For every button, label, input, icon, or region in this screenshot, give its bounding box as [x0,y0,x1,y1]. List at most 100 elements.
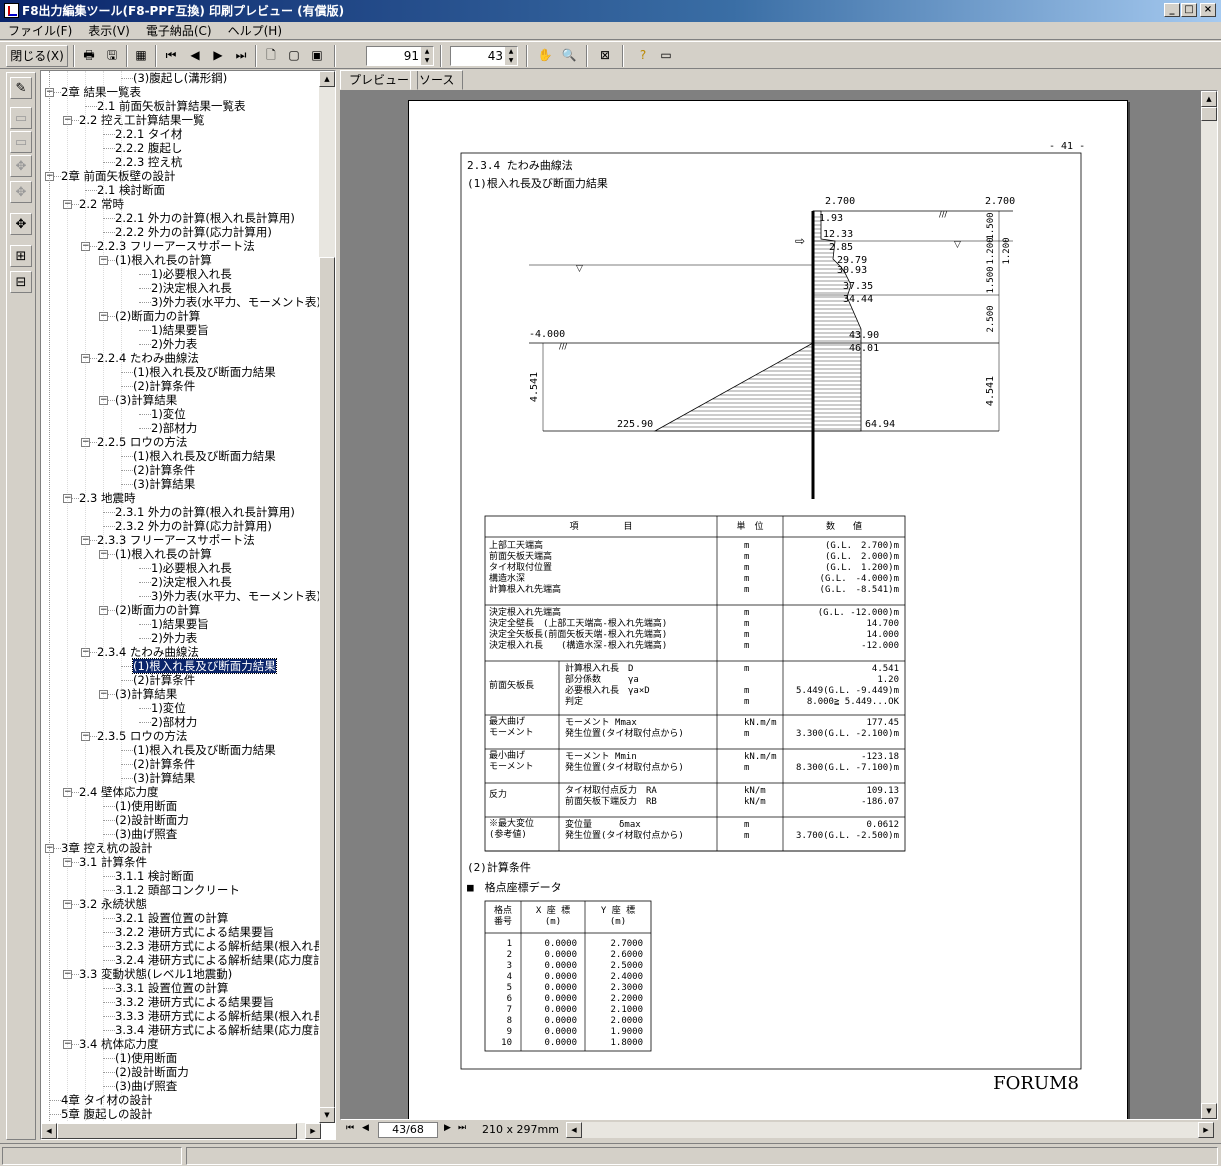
preview-scroll-up[interactable]: ▲ [1201,91,1217,107]
zoom-tool-icon[interactable]: 🔍 [558,45,580,67]
tree-vertical-scrollbar[interactable]: ▲ ▼ [319,71,335,1123]
tree-item[interactable]: 2.2 控え工計算結果一覧 [79,113,204,127]
nav-next-icon[interactable]: ▶ [444,1123,451,1133]
zoom-input[interactable]: 91 [366,46,434,66]
preview-scroll-right[interactable]: ▶ [1198,1122,1214,1138]
tree-item[interactable]: 2.1 前面矢板計算結果一覧表 [97,99,245,113]
tree-item[interactable]: 1)変位 [151,407,186,421]
tree-item[interactable]: 3.3.4 港研方式による解析結果(応力度計 [115,1023,319,1037]
tool-icon-3[interactable]: ✥ [10,155,32,177]
tree-item[interactable]: 2.1 検討断面 [97,183,165,197]
nav-prev-icon[interactable]: ◀ [362,1123,369,1133]
tree-item[interactable]: (1)根入れ長及び断面力結果 [133,365,276,379]
preview-horizontal-scrollbar[interactable]: ◀ ▶ [566,1122,1214,1138]
next-page-icon[interactable]: ▶ [207,45,229,67]
tree-item[interactable]: 3.1.1 検討断面 [115,869,194,883]
tree-item[interactable]: 2)決定根入れ長 [151,575,232,589]
page-input[interactable]: 43 [450,46,518,66]
whole-page-icon[interactable]: ▣ [306,45,328,67]
tree-item[interactable]: 1)結果要旨 [151,617,209,631]
tree-expand-icon[interactable]: ⊞ [10,245,32,267]
tree-item[interactable]: 2.3 地震時 [79,491,135,505]
tree-item[interactable]: 3.3 変動状態(レベル1地震動) [79,967,232,981]
tree-item[interactable]: 2.2.5 ロウの方法 [97,435,187,449]
edit-pencil-icon[interactable]: ✎ [10,77,32,99]
fit-icon[interactable]: ⊠ [594,45,616,67]
tree-item[interactable]: (1)根入れ長の計算 [115,547,212,561]
tree-hscroll-thumb[interactable] [57,1123,297,1139]
close-preview-button[interactable]: 閉じる(X) [6,45,68,67]
tree-collapse-icon[interactable]: ⊟ [10,271,32,293]
tree-item[interactable]: (2)計算条件 [133,757,195,771]
tree-item[interactable]: 2.2.3 控え杭 [115,155,182,169]
tab-source[interactable]: ソース [410,70,464,90]
tree-item[interactable]: 2章 前面矢板壁の設計 [61,169,175,183]
tree-item[interactable]: 2.3.5 ロウの方法 [97,729,187,743]
save-icon[interactable]: 🖫 [101,45,123,67]
tree-item-selected[interactable]: (1)根入れ長及び断面力結果 [132,658,277,674]
minimize-button[interactable]: _ [1164,3,1180,17]
tree-item[interactable]: 1)必要根入れ長 [151,561,232,575]
prev-page-icon[interactable]: ◀ [184,45,206,67]
tree-item[interactable]: (1)使用断面 [115,799,177,813]
menu-view[interactable]: 表示(V) [80,22,138,40]
tree-item[interactable]: 3)外力表(水平力、モーメント表) [151,589,319,603]
tree-item[interactable]: (3)計算結果 [133,771,195,785]
tree-item[interactable]: 2.3.1 外力の計算(根入れ長計算用) [115,505,295,519]
page-setup-icon[interactable]: ▦ [130,45,152,67]
tree-item[interactable]: 3章 控え杭の設計 [61,841,152,855]
maximize-button[interactable]: □ [1181,3,1197,17]
tree-item[interactable]: 2.3.2 外力の計算(応力計算用) [115,519,272,533]
preview-scroll-down[interactable]: ▼ [1201,1103,1217,1119]
preview-scroll-left[interactable]: ◀ [566,1122,582,1138]
tree-item[interactable]: 1)変位 [151,701,186,715]
scroll-left-button[interactable]: ◀ [41,1123,57,1139]
tree-item[interactable]: 3.2 永続状態 [79,897,147,911]
page-width-icon[interactable]: ▢ [283,45,305,67]
tree-item[interactable]: (3)計算結果 [115,393,177,407]
tree-item[interactable]: 2.2.1 タイ材 [115,127,182,141]
tree-item[interactable]: (2)設計断面力 [115,813,189,827]
tree-item[interactable]: (1)根入れ長及び断面力結果 [133,449,276,463]
tree-item[interactable]: 2.2.2 外力の計算(応力計算用) [115,225,272,239]
tree-item[interactable]: 2章 結果一覧表 [61,85,141,99]
menu-help[interactable]: ヘルプ(H) [220,22,290,40]
nav-first-icon[interactable]: ⏮ [346,1123,354,1133]
scroll-right-button[interactable]: ▶ [305,1123,321,1139]
tree-item[interactable]: 2)外力表 [151,631,197,645]
tree-item[interactable]: 3.2.1 設置位置の計算 [115,911,228,925]
tree-item[interactable]: 3.3.1 設置位置の計算 [115,981,228,995]
tree-item[interactable]: 3.1 計算条件 [79,855,147,869]
tree-item[interactable]: (3)計算結果 [133,477,195,491]
tree-item[interactable]: (1)根入れ長の計算 [115,253,212,267]
tool-icon-5[interactable]: ✥ [10,213,32,235]
scroll-down-button[interactable]: ▼ [319,1107,335,1123]
tree-item[interactable]: (3)曲げ照査 [115,1079,177,1093]
tree-item[interactable]: 2.4 壁体応力度 [79,785,158,799]
tree-item[interactable]: 5章 腹起しの設計 [61,1107,152,1121]
single-page-icon[interactable]: 🗋 [260,45,282,67]
tab-preview[interactable]: プレビュー [340,70,419,90]
info-icon[interactable]: ▭ [655,45,677,67]
tree-item[interactable]: 1)結果要旨 [151,323,209,337]
tree-item[interactable]: (2)断面力の計算 [115,603,200,617]
help-icon[interactable]: ? [632,45,654,67]
menu-electronic-delivery[interactable]: 電子納品(C) [138,22,220,40]
tree-item[interactable]: 3.2.2 港研方式による結果要旨 [115,925,274,939]
tree-item[interactable]: (1)使用断面 [115,1051,177,1065]
menu-file[interactable]: ファイル(F) [0,22,80,40]
tree-item[interactable]: (3)曲げ照査 [115,827,177,841]
tree-scroll-thumb[interactable] [319,257,335,1119]
tree-item[interactable]: 2)部材力 [151,715,197,729]
tree-item[interactable]: 2.2.2 腹起し [115,141,182,155]
tree-item[interactable]: 4章 タイ材の設計 [61,1093,152,1107]
print-icon[interactable]: 🖶 [78,45,100,67]
tree-item[interactable]: 2)決定根入れ長 [151,281,232,295]
tree-item[interactable]: 2.2.4 たわみ曲線法 [97,351,199,365]
tree-item[interactable]: 2)外力表 [151,337,197,351]
tree-item[interactable]: (3)腹起し(溝形鋼) [133,71,227,85]
tree-item[interactable]: (2)設計断面力 [115,1065,189,1079]
tool-icon-2[interactable]: ▭ [10,131,32,153]
tree-item[interactable]: 3)外力表(水平力、モーメント表) [151,295,319,309]
tree-item[interactable]: 2.3.4 たわみ曲線法 [97,645,199,659]
